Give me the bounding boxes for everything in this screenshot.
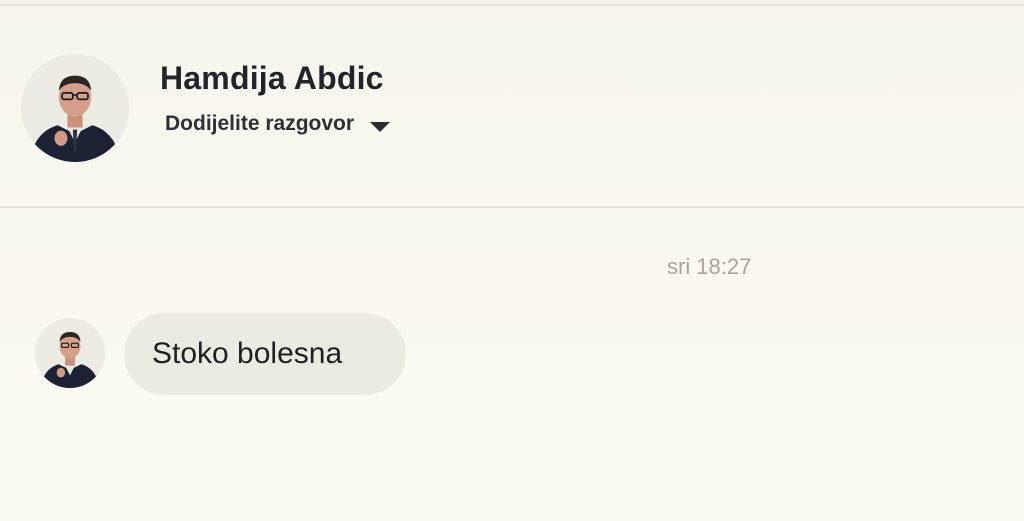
person-photo-icon: [35, 318, 105, 388]
message-text: Stoko bolesna: [152, 337, 343, 370]
message-timestamp: sri 18:27: [667, 254, 752, 279]
contact-avatar[interactable]: [21, 54, 129, 162]
caret-down-icon: [370, 122, 391, 132]
message-bubble[interactable]: Stoko bolesna: [124, 313, 406, 395]
chat-screen: Hamdija Abdic Dodijelite razgovor sri 18…: [0, 0, 1024, 521]
sender-avatar[interactable]: [35, 318, 105, 388]
person-photo-icon: [21, 54, 129, 162]
assign-conversation-dropdown[interactable]: Dodijelite razgovor: [165, 112, 391, 136]
contact-name[interactable]: Hamdija Abdic: [160, 60, 384, 97]
assign-conversation-label: Dodijelite razgovor: [165, 112, 355, 135]
top-divider: [0, 0, 1024, 6]
conversation-header: Hamdija Abdic Dodijelite razgovor: [0, 8, 1024, 208]
